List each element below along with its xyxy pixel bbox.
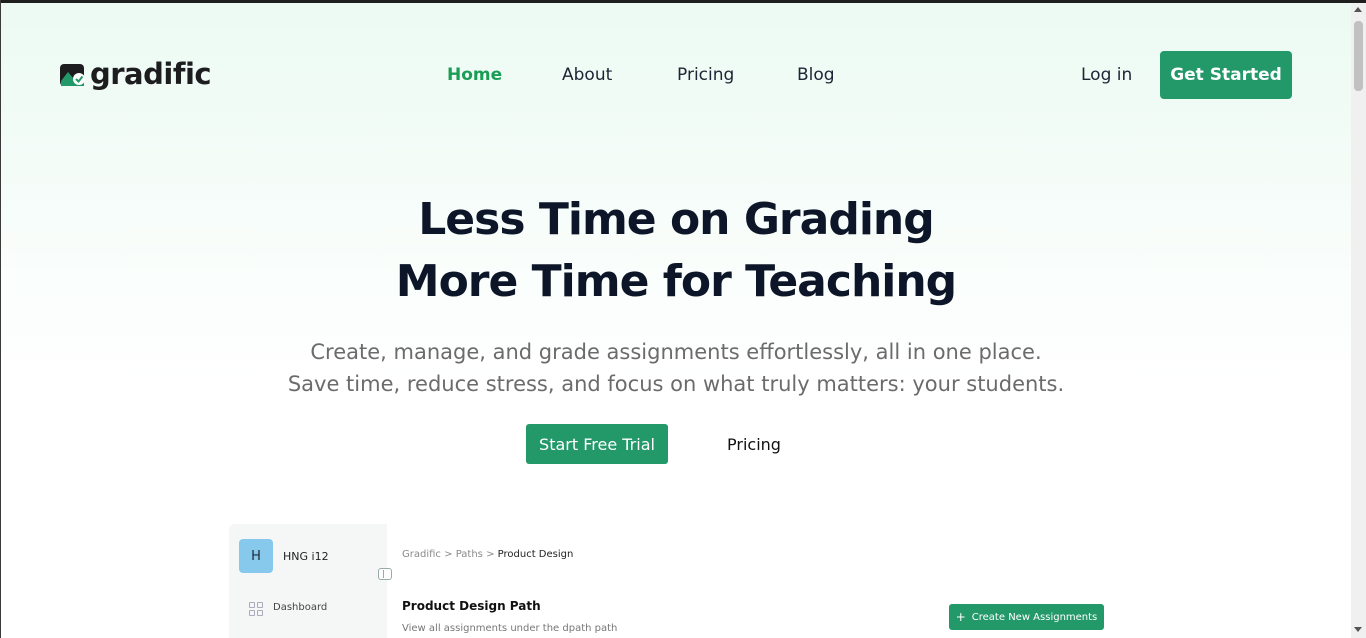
page-description: View all assignments under the dpath pat… <box>402 623 618 634</box>
hero-title-line2: More Time for Teaching <box>395 256 957 307</box>
preview-sidebar: H HNG i12 Dashboard <box>229 524 392 638</box>
scroll-up-icon[interactable] <box>1354 7 1362 12</box>
nav-home[interactable]: Home <box>447 65 502 85</box>
landing-page: gradific Home About Pricing Blog Log in … <box>1 3 1351 638</box>
breadcrumb-current: Product Design <box>497 549 574 560</box>
page-title: Product Design Path <box>402 599 541 613</box>
logo-mark-icon <box>59 59 87 89</box>
login-link[interactable]: Log in <box>1081 65 1132 85</box>
sidebar-item-dashboard[interactable]: Dashboard <box>273 602 327 613</box>
vertical-scrollbar[interactable] <box>1351 3 1366 638</box>
pricing-button[interactable]: Pricing <box>709 424 799 464</box>
breadcrumb-separator: > <box>486 549 495 560</box>
logo-text: gradific <box>90 57 212 91</box>
plus-icon: + <box>955 610 966 624</box>
avatar: H <box>239 539 273 573</box>
logo[interactable]: gradific <box>59 57 212 91</box>
scrollbar-thumb[interactable] <box>1354 21 1363 91</box>
create-button-label: Create New Assignments <box>971 611 1098 623</box>
nav-blog[interactable]: Blog <box>797 65 835 85</box>
org-name: HNG i12 <box>283 550 329 563</box>
breadcrumb-root[interactable]: Gradific <box>402 549 441 560</box>
hero-subtitle-line1: Create, manage, and grade assignments ef… <box>310 340 1042 364</box>
nav-about[interactable]: About <box>562 65 612 85</box>
create-new-assignments-button[interactable]: + Create New Assignments <box>949 604 1104 630</box>
dashboard-icon <box>249 602 263 616</box>
hero-subtitle-line2: Save time, reduce stress, and focus on w… <box>287 372 1065 396</box>
breadcrumb-separator: > <box>444 549 453 560</box>
hero-title-line1: Less Time on Grading <box>418 194 934 245</box>
sidebar-collapse-icon[interactable] <box>378 568 392 580</box>
breadcrumb-paths[interactable]: Paths <box>456 549 483 560</box>
breadcrumb: Gradific > Paths > Product Design <box>402 549 573 560</box>
get-started-button[interactable]: Get Started <box>1160 51 1292 99</box>
scroll-down-icon[interactable] <box>1354 627 1362 632</box>
start-free-trial-button[interactable]: Start Free Trial <box>526 424 668 464</box>
nav-pricing[interactable]: Pricing <box>677 65 734 85</box>
